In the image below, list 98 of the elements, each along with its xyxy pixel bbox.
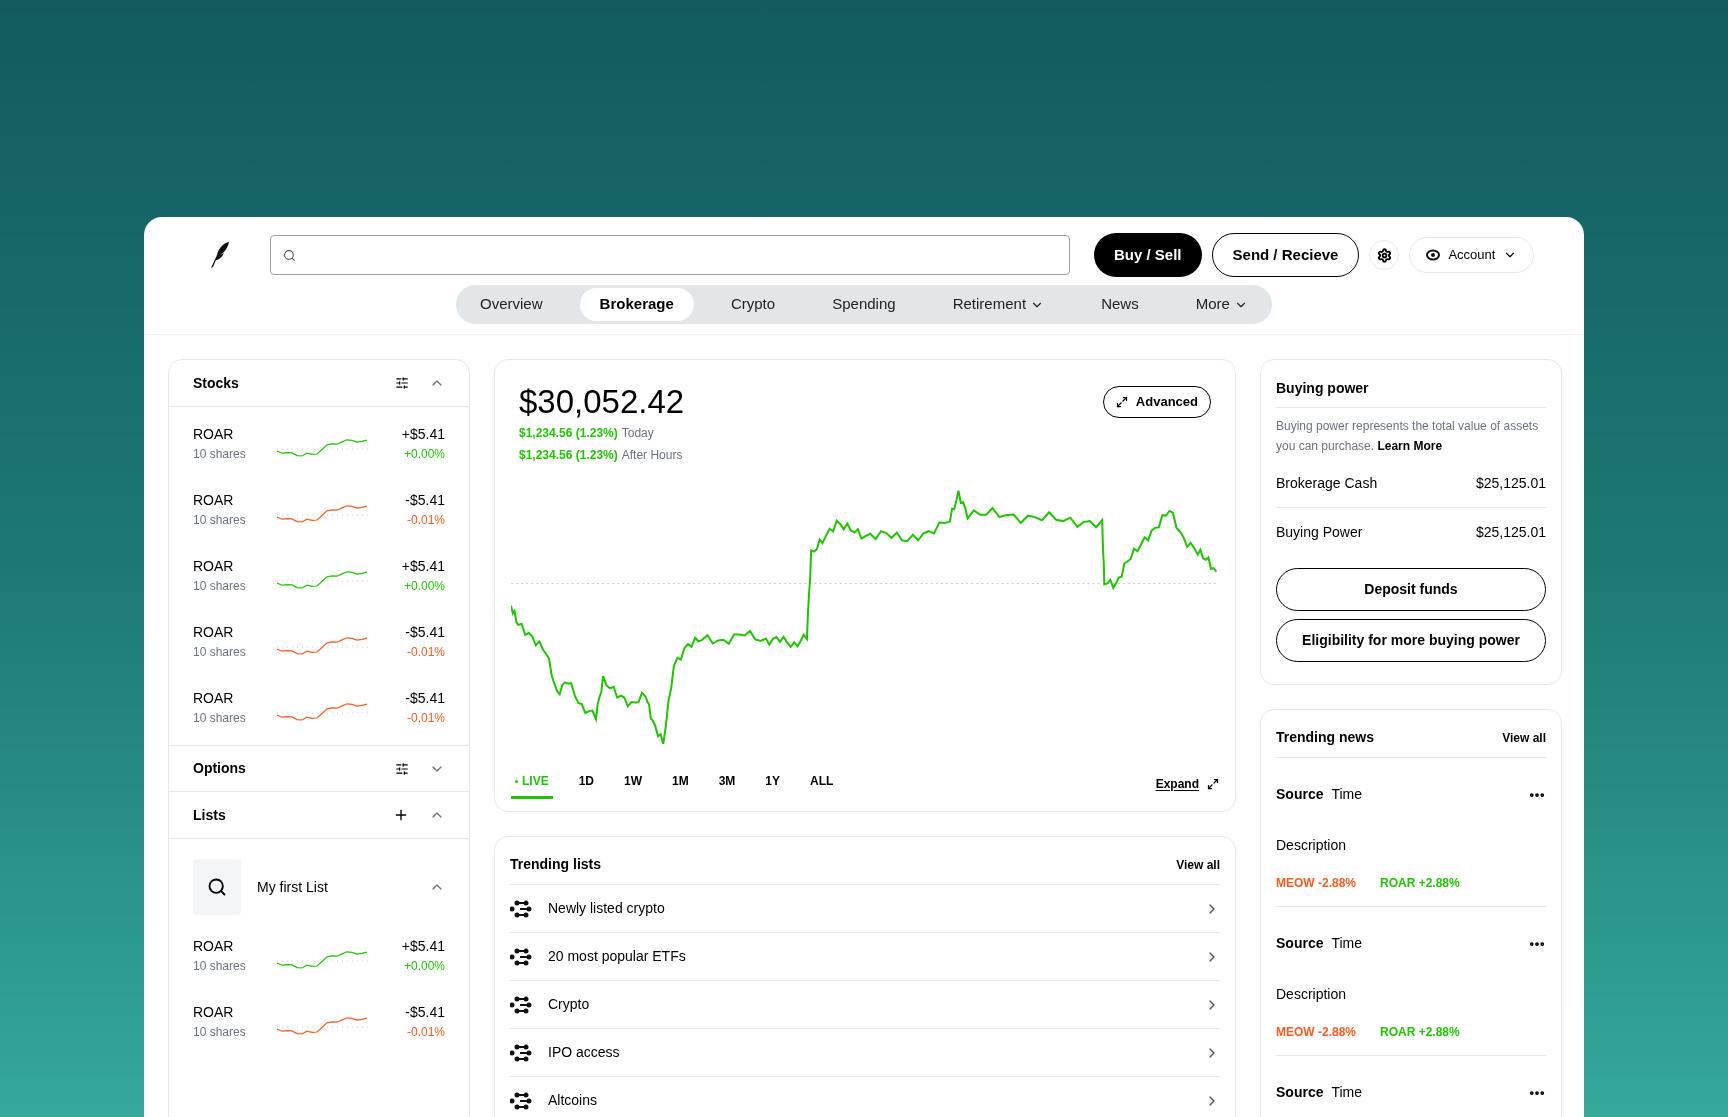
stock-symbol: ROAR	[193, 425, 235, 444]
buy-sell-button[interactable]: Buy / Sell	[1094, 233, 1202, 277]
list-name[interactable]: My first List	[257, 876, 328, 898]
range-tab[interactable]: 1Y	[761, 768, 785, 799]
price-change: +$5.41	[401, 557, 445, 576]
trending-list-row[interactable]: Newly listed crypto	[510, 885, 1220, 933]
trending-list-row[interactable]: Altcoins	[510, 1077, 1220, 1117]
range-tab[interactable]: 1M	[668, 768, 693, 799]
nav-tab[interactable]: More	[1175, 288, 1268, 321]
feather-logo[interactable]	[208, 241, 230, 269]
change-label: Today	[621, 425, 654, 442]
section-title: Lists	[193, 805, 226, 825]
portfolio-value: $30,052.42	[519, 382, 685, 422]
expand-link[interactable]: Expand	[1155, 774, 1219, 793]
nav-tab[interactable]: Overview	[460, 288, 563, 321]
nav-tab[interactable]: Retirement	[932, 288, 1065, 321]
range-tab[interactable]: 1W	[620, 768, 646, 799]
share-count: 10 shares	[193, 1024, 247, 1041]
send-receive-button[interactable]: Send / Recieve	[1211, 233, 1360, 277]
list-icon	[510, 899, 532, 918]
settings-icon	[1376, 247, 1392, 263]
trending-list-row[interactable]: IPO access	[510, 1029, 1220, 1077]
share-count: 10 shares	[193, 644, 247, 661]
range-tab[interactable]: ALL	[806, 768, 838, 799]
news-time: Time	[1331, 934, 1363, 953]
percent-change: -0.01%	[406, 710, 445, 727]
share-count: 10 shares	[193, 446, 247, 463]
filter-icon[interactable]	[395, 376, 409, 390]
expand-arrows-icon	[1207, 777, 1219, 790]
news-source: Source	[1276, 785, 1324, 804]
percent-change: -0.01%	[406, 644, 445, 661]
range-tab[interactable]: 3M	[714, 768, 740, 799]
news-time: Time	[1331, 785, 1363, 804]
balance-value: $25,125.01	[1475, 522, 1546, 542]
balance-label: Buying Power	[1276, 522, 1363, 542]
trending-list-row[interactable]: Crypto	[510, 981, 1220, 1029]
card-title: Trending news	[1276, 728, 1374, 747]
stock-symbol: ROAR	[193, 689, 235, 708]
expand-arrows-icon	[1115, 396, 1128, 408]
ticker-change: MEOW -2.88%	[1276, 1024, 1356, 1041]
stock-symbol: ROAR	[193, 491, 235, 510]
ticker-change: ROAR +2.88%	[1380, 1024, 1460, 1041]
search-field[interactable]	[270, 235, 1070, 275]
section-title: Stocks	[193, 373, 239, 393]
view-all-link[interactable]: View all	[1502, 728, 1546, 747]
percent-change: -0.01%	[406, 1024, 445, 1041]
news-source: Source	[1276, 1083, 1324, 1102]
share-count: 10 shares	[193, 710, 247, 727]
list-icon	[510, 947, 532, 966]
percent-change: +0.00%	[403, 578, 445, 595]
view-all-link[interactable]: View all	[1176, 855, 1220, 874]
share-count: 10 shares	[193, 958, 247, 975]
nav-tab[interactable]: Brokerage	[579, 288, 694, 321]
percent-change: +0.00%	[403, 958, 445, 975]
search-icon	[207, 877, 227, 897]
price-change: -$5.41	[405, 1003, 445, 1022]
change-amount: $1,234.56 (1.23%)	[519, 425, 618, 442]
news-description: Description	[1276, 836, 1348, 855]
nav-tab[interactable]: News	[1081, 288, 1159, 321]
buying-power-description: Buying power represents the total value of assets you can purchase. Learn More	[1276, 418, 1540, 455]
stock-symbol: ROAR	[193, 1003, 235, 1022]
trending-list-row[interactable]: 20 most popular ETFs	[510, 933, 1220, 981]
price-change: +$5.41	[401, 937, 445, 956]
ticker-change: MEOW -2.88%	[1276, 875, 1356, 892]
card-title: Trending lists	[510, 855, 601, 874]
list-icon	[510, 1043, 532, 1062]
add-icon[interactable]	[393, 807, 409, 823]
nav-tab[interactable]: Crypto	[710, 288, 796, 321]
percent-change: -0.01%	[406, 512, 445, 529]
change-label: After Hours	[621, 447, 683, 464]
share-count: 10 shares	[193, 578, 247, 595]
price-change: -$5.41	[405, 689, 445, 708]
share-count: 10 shares	[193, 512, 247, 529]
outline-button[interactable]: Eligibility for more buying power	[1276, 619, 1546, 662]
filter-icon[interactable]	[395, 761, 409, 776]
ticker-change: ROAR +2.88%	[1380, 875, 1460, 892]
news-description: Description	[1276, 985, 1348, 1004]
nav-tab[interactable]: Spending	[812, 288, 916, 321]
list-icon	[510, 1091, 532, 1110]
search-icon	[283, 248, 296, 262]
balance-label: Brokerage Cash	[1276, 474, 1378, 493]
balance-value: $25,125.01	[1475, 474, 1546, 493]
change-amount: $1,234.56 (1.23%)	[519, 447, 618, 464]
section-title: Options	[193, 759, 246, 778]
price-change: +$5.41	[401, 425, 445, 444]
range-tab[interactable]: 1D	[574, 768, 598, 799]
news-time: Time	[1331, 1083, 1363, 1102]
stock-symbol: ROAR	[193, 623, 235, 642]
percent-change: +0.00%	[403, 446, 445, 463]
price-change: -$5.41	[405, 623, 445, 642]
eye-icon	[1426, 249, 1441, 261]
list-icon	[510, 995, 532, 1014]
learn-more-link[interactable]: Learn More	[1377, 439, 1443, 453]
price-change: -$5.41	[405, 491, 445, 510]
card-title: Buying power	[1276, 379, 1369, 398]
stock-symbol: ROAR	[193, 937, 235, 956]
news-source: Source	[1276, 934, 1324, 953]
stock-symbol: ROAR	[193, 557, 235, 576]
